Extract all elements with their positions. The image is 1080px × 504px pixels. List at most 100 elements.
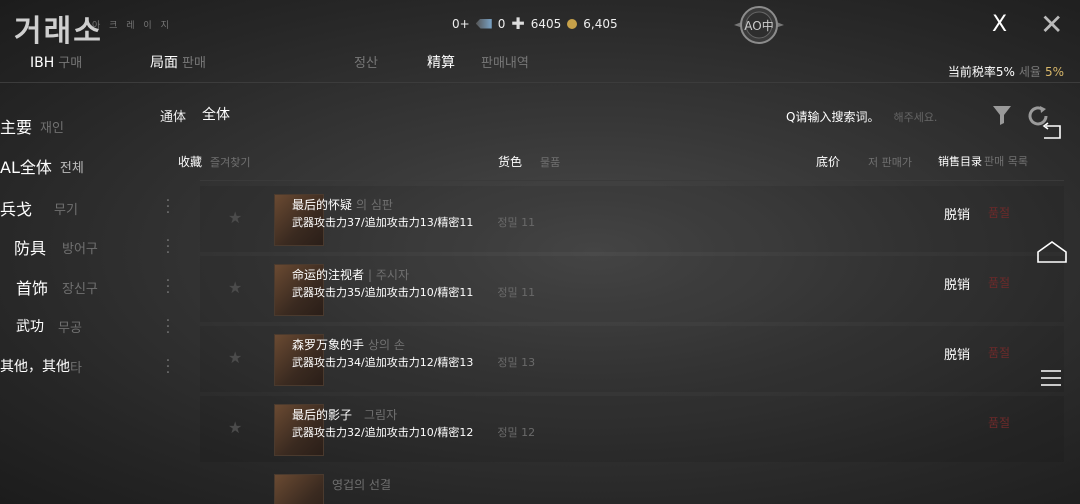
item-name-ghost: 상의 손 <box>368 338 405 352</box>
item-name: 最后的影子 그림자 <box>292 406 397 423</box>
sidebar-item-label: 其他，其他 <box>0 359 70 375</box>
item-stats-ghost: 정밀 13 <box>497 356 536 369</box>
back-icon[interactable] <box>1040 122 1062 142</box>
table-row[interactable]: ★ 最后的怀疑 의 심판 武器攻击力37/追加攻击力13/精密11 정밀 11 脱销… <box>200 186 1064 252</box>
sidebar-item-ghost: 전체 <box>59 160 84 176</box>
column-favorite-label: 收藏 <box>178 155 203 169</box>
item-name: 命运的注视者 | 주시자 <box>292 266 409 283</box>
more-vertical-icon[interactable]: · · · <box>164 234 172 260</box>
currency-a: 0+ <box>452 16 470 31</box>
filter-value[interactable]: 全体 <box>202 104 230 124</box>
item-name-ghost: | 주시자 <box>368 268 409 282</box>
item-name-ghost: 그림자 <box>364 408 398 422</box>
sidebar-item-armor[interactable]: 防具 방어구 <box>14 235 98 259</box>
search-placeholder: Q请输入搜索词。 <box>786 110 880 124</box>
status-badge: 품절 <box>988 206 1011 220</box>
sidebar-item-skill[interactable]: 武功 무공 <box>16 316 82 336</box>
plus-icon[interactable]: ✚ <box>511 14 524 33</box>
item-stats: 武器攻击力35/追加攻击力10/精密11 정밀 11 <box>292 284 535 300</box>
item-stats-text: 武器攻击力37/追加攻击力13/精密11 <box>292 216 474 229</box>
sidebar-item-main[interactable]: 主要 재인 <box>0 114 64 138</box>
home-icon[interactable] <box>1036 240 1068 264</box>
sidebar-item-all[interactable]: AL全体 전체 <box>0 154 84 178</box>
item-stats: 武器攻击力34/追加攻击力12/精密13 정밀 13 <box>292 354 535 370</box>
tab-sell-label: 局面 <box>150 55 178 71</box>
currency-b: 0 <box>497 16 506 31</box>
tab-sell[interactable]: 局面 판매 <box>150 52 206 72</box>
sidebar-item-ghost: 무기 <box>54 202 78 218</box>
sidebar-item-accessory[interactable]: 首饰 장신구 <box>16 275 98 299</box>
close-text-button[interactable]: X <box>992 12 1007 37</box>
tax-rate-ghost: 세율 <box>1018 65 1041 79</box>
gem-icon <box>475 18 492 29</box>
sold-out-label: 脱销 <box>944 348 971 363</box>
column-sales-ghost: 판매 목록 <box>984 155 1028 168</box>
column-goods-label: 货色 <box>498 155 523 169</box>
sold-out-label: 脱销 <box>944 208 971 223</box>
item-stats: 武器攻击力37/追加攻击力13/精密11 정밀 11 <box>292 214 535 230</box>
sidebar-item-ghost: 무공 <box>58 320 82 336</box>
search-ghost: 해주세요. <box>893 111 938 124</box>
sidebar-item-label: 主要 <box>0 118 33 137</box>
item-name-ghost: 영겁의 선결 <box>332 478 392 492</box>
table-row[interactable]: ★ 最后的影子 그림자 武器攻击力32/追加攻击力10/精密12 정밀 12 품절 <box>200 396 1064 462</box>
column-price-label: 底价 <box>816 155 841 169</box>
app-logo: 거래소 <box>14 14 103 49</box>
menu-icon[interactable] <box>1040 368 1062 388</box>
currency-c: 6405 <box>530 16 562 31</box>
column-sales: 销售目录 판매 목록 <box>938 153 1028 169</box>
tax-rate-value: 5% <box>1044 65 1064 79</box>
close-icon[interactable]: ✕ <box>1040 8 1063 41</box>
sidebar-item-label: 首饰 <box>16 279 49 298</box>
column-goods: 货色 물품 <box>498 153 560 170</box>
item-stats: 武器攻击力32/追加攻击力10/精密12 정밀 12 <box>292 424 535 440</box>
item-name-text: 森罗万象的手 <box>292 338 365 352</box>
star-icon[interactable]: ★ <box>228 278 242 297</box>
table-row[interactable]: ★ 命运的注视者 | 주시자 武器攻击力35/追加攻击力10/精密11 정밀 11 … <box>200 256 1064 322</box>
more-vertical-icon[interactable]: · · · <box>164 314 172 340</box>
star-icon[interactable]: ★ <box>228 418 242 437</box>
tab-history-label: 精算 <box>427 55 455 71</box>
item-stats-text: 武器攻击力35/追加攻击力10/精密11 <box>292 286 474 299</box>
sidebar-item-ghost: 재인 <box>40 120 64 136</box>
sold-out-label: 脱销 <box>944 278 971 293</box>
column-sales-label: 销售目录 <box>938 155 982 168</box>
column-price-ghost: 저 판매가 <box>868 156 912 169</box>
tab-buy[interactable]: IBH 구매 <box>30 52 82 71</box>
sidebar-item-weapon[interactable]: 兵戈 무기 <box>0 196 78 220</box>
tab-settle[interactable]: 정산 <box>350 52 378 71</box>
sidebar-item-label: 武功 <box>16 319 44 335</box>
column-favorite-ghost: 즐겨찾기 <box>210 156 251 169</box>
sidebar-item-ghost: 방어구 <box>62 241 98 257</box>
search-input[interactable]: Q请输入搜索词。 해주세요. <box>786 108 937 125</box>
more-vertical-icon[interactable]: · · · <box>164 194 172 220</box>
more-vertical-icon[interactable]: · · · <box>164 354 172 380</box>
star-icon[interactable]: ★ <box>228 208 242 227</box>
column-price: 底价 저 판매가 <box>816 153 912 170</box>
more-vertical-icon[interactable]: · · · <box>164 274 172 300</box>
item-stats-ghost: 정밀 11 <box>497 286 536 299</box>
sidebar-item-other[interactable]: 其他，其他 타 <box>0 356 82 376</box>
table-row[interactable]: 영겁의 선결 <box>200 466 1064 504</box>
tax-rate-label: 当前税率5% <box>947 65 1015 79</box>
sidebar-item-label: AL全体 <box>0 158 52 177</box>
tab-history[interactable]: 精算 판매내역 <box>427 52 529 72</box>
item-name: 森罗万象的手 상의 손 <box>292 336 405 353</box>
item-name-text: 命运的注视者 <box>292 268 365 282</box>
item-name-text: 最后的怀疑 <box>292 198 353 212</box>
filter-icon[interactable] <box>992 104 1012 126</box>
column-goods-ghost: 물품 <box>540 156 561 169</box>
status-badge: 품절 <box>988 416 1011 430</box>
tax-rate: 当前税率5% 세율 5% <box>948 63 1064 80</box>
item-stats-text: 武器攻击力34/追加攻击力12/精密13 <box>292 356 474 369</box>
currency-d: 6,405 <box>583 16 618 31</box>
tab-history-ghost: 판매내역 <box>481 56 529 71</box>
item-name-ghost: 의 심판 <box>356 198 393 212</box>
star-icon[interactable]: ★ <box>228 348 242 367</box>
sidebar-item-ghost: 타 <box>70 360 82 376</box>
status-badge: 품절 <box>988 276 1011 290</box>
table-row[interactable]: ★ 森罗万象的手 상의 손 武器攻击力34/追加攻击力12/精密13 정밀 13 脱… <box>200 326 1064 392</box>
item-name: 最后的怀疑 의 심판 <box>292 196 393 213</box>
emblem-text: AO中 <box>744 18 773 33</box>
tab-buy-label: IBH <box>30 55 55 71</box>
